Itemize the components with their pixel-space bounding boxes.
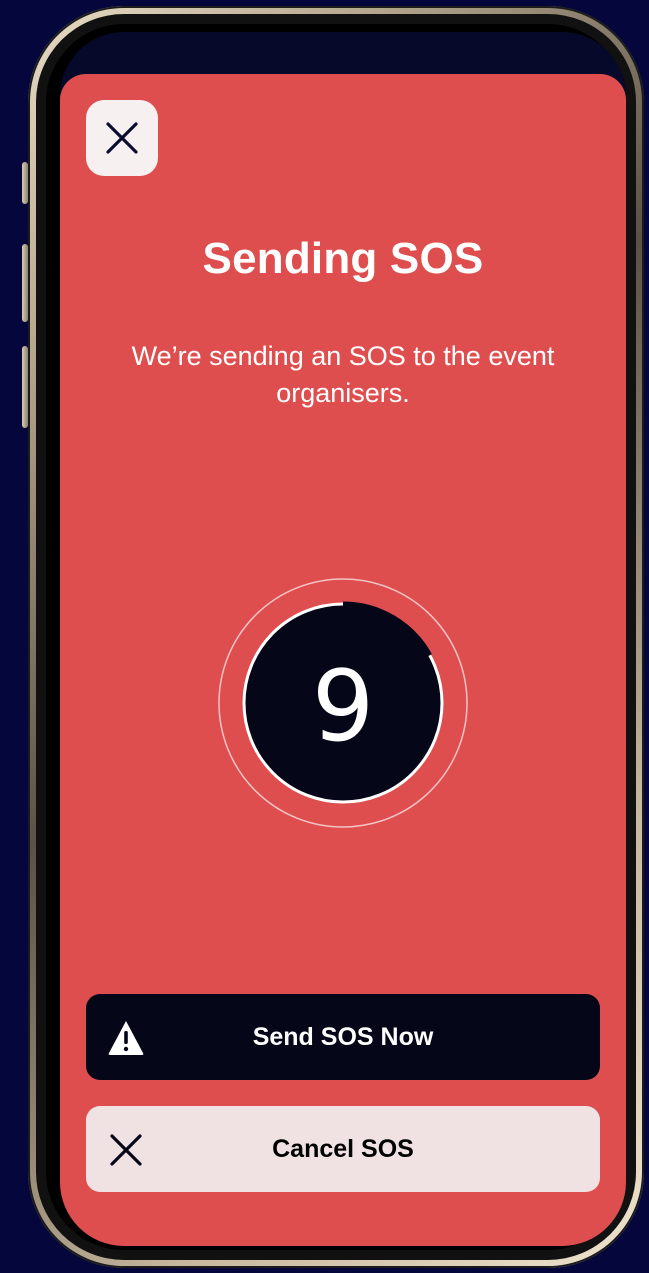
- app-stage: Sending SOS We’re sending an SOS to the …: [0, 0, 649, 1273]
- send-sos-now-button[interactable]: Send SOS Now: [86, 994, 600, 1080]
- sos-sheet: Sending SOS We’re sending an SOS to the …: [60, 74, 626, 1246]
- phone-side-button: [22, 162, 28, 204]
- phone-side-button: [22, 346, 28, 428]
- cancel-sos-label: Cancel SOS: [272, 1134, 414, 1163]
- warning-icon: [108, 1021, 144, 1055]
- phone-screen: Sending SOS We’re sending an SOS to the …: [60, 32, 626, 1246]
- countdown-timer: 9: [218, 578, 468, 828]
- page-subtitle: We’re sending an SOS to the event organi…: [131, 341, 555, 408]
- close-icon: [110, 1134, 142, 1166]
- countdown-value: 9: [312, 650, 374, 764]
- close-button[interactable]: [86, 100, 158, 176]
- close-icon: [106, 122, 138, 154]
- send-sos-now-label: Send SOS Now: [252, 1022, 434, 1051]
- page-title: Sending SOS: [202, 234, 484, 283]
- cancel-sos-button[interactable]: Cancel SOS: [86, 1106, 600, 1192]
- phone-side-button: [22, 244, 28, 322]
